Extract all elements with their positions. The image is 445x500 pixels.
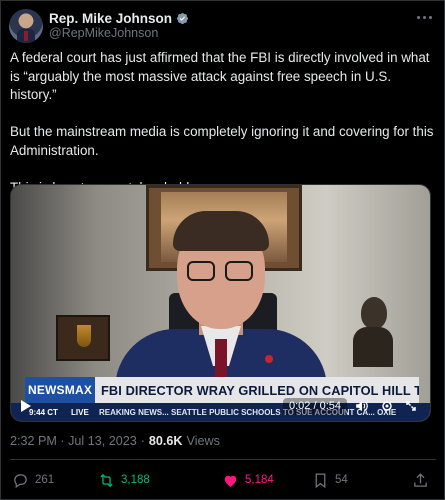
video-progress[interactable] (11, 421, 431, 422)
video-time: 0:02 / 0:54 (283, 398, 347, 415)
verified-badge-icon (176, 12, 189, 24)
views-count: 80.6K (148, 434, 183, 448)
divider (10, 459, 436, 460)
bookmark-icon (315, 472, 326, 488)
reply-button[interactable]: 261 (12, 469, 54, 491)
meta-separator: · (140, 434, 145, 448)
bookmark-count: 54 (335, 474, 348, 486)
reply-icon (14, 473, 27, 488)
volume-icon[interactable] (355, 400, 369, 412)
share-icon (414, 472, 427, 487)
expand-icon[interactable] (405, 400, 417, 412)
handle[interactable]: @RepMikeJohnson (49, 26, 158, 40)
reply-count: 261 (35, 474, 55, 486)
name-row: Rep. Mike Johnson (49, 10, 189, 26)
plaque (56, 315, 110, 361)
settings-icon[interactable] (381, 400, 393, 412)
bust-statue (351, 297, 395, 367)
repost-count: 3,188 (121, 474, 150, 486)
tweet-paragraph: A federal court has just affirmed that t… (10, 50, 430, 102)
tweet-card: Rep. Mike Johnson @RepMikeJohnson A fede… (0, 0, 445, 500)
repost-button[interactable]: 3,188 (98, 469, 150, 491)
video-player[interactable]: NEWSMAX FBI DIRECTOR WRAY GRILLED ON CAP… (10, 184, 431, 422)
tweet-text: A federal court has just affirmed that t… (10, 49, 440, 197)
bookmark-button[interactable]: 54 (312, 469, 348, 491)
views-label: Views (186, 434, 220, 448)
more-icon[interactable] (414, 11, 434, 23)
share-button[interactable] (412, 469, 429, 491)
display-name[interactable]: Rep. Mike Johnson (49, 11, 172, 26)
tweet-meta: 2:32 PM · Jul 13, 2023 · 80.6K Views (10, 433, 220, 449)
action-bar: 261 3,188 5,184 54 (10, 467, 436, 493)
play-icon[interactable] (21, 400, 31, 412)
timestamp[interactable]: 2:32 PM · Jul 13, 2023 (10, 434, 137, 448)
repost-icon (100, 473, 113, 487)
like-count: 5,184 (245, 474, 274, 486)
tweet-header: Rep. Mike Johnson @RepMikeJohnson (9, 7, 438, 43)
avatar[interactable] (9, 9, 43, 43)
like-button[interactable]: 5,184 (222, 469, 274, 491)
video-progress-fill (11, 421, 28, 422)
tweet-paragraph: But the mainstream media is completely i… (10, 124, 434, 158)
avatar-tie (24, 31, 28, 41)
like-icon (224, 475, 237, 487)
video-controls: 0:02 / 0:54 (11, 391, 430, 421)
